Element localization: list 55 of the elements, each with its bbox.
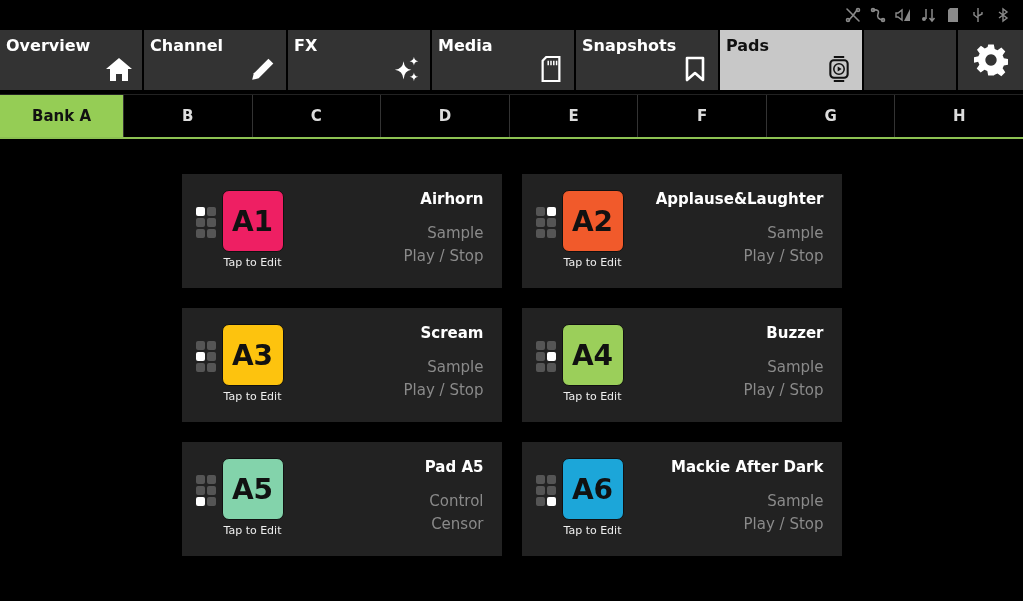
music-note-icon [920,7,936,23]
tap-to-edit-label: Tap to Edit [223,256,282,269]
tap-to-edit-label: Tap to Edit [563,524,622,537]
tap-to-edit-label: Tap to Edit [223,524,282,537]
pad-button[interactable]: A3 [221,324,284,386]
tab[interactable]: Snapshots [576,30,718,90]
pad-action: Play / Stop [743,515,824,533]
pad-type: Sample [767,492,824,510]
pencil-icon [250,56,276,82]
pad-position-icon [195,207,216,238]
bank-tab[interactable]: Bank A [0,95,123,137]
pad-name: Mackie After Dark [671,458,824,476]
pad-name: Airhorn [420,190,484,208]
pad-action: Play / Stop [743,247,824,265]
tab[interactable]: Pads [720,30,862,90]
pad-position-icon [535,341,556,372]
pad-button[interactable]: A5 [221,458,284,520]
pad-position-icon [535,207,556,238]
home-icon [106,56,132,82]
pad-type: Control [429,492,484,510]
pad-action: Censor [431,515,484,533]
tab[interactable]: Overview [0,30,142,90]
pad-type: Sample [427,358,484,376]
tap-to-edit-label: Tap to Edit [223,390,282,403]
sparkle-icon [394,56,420,82]
tab[interactable]: Media [432,30,574,90]
crossed-cable-icon [845,7,861,23]
usb-icon [970,7,986,23]
cable-icon [870,7,886,23]
pad-position-icon [535,475,556,506]
pad-button[interactable]: A1 [221,190,284,252]
pad-name: Buzzer [766,324,824,342]
tap-to-edit-label: Tap to Edit [563,256,622,269]
pad-action: Play / Stop [403,247,484,265]
pad-button[interactable]: A4 [561,324,624,386]
pad-action: Play / Stop [743,381,824,399]
pad-name: Applause&Laughter [655,190,824,208]
pad-position-icon [195,341,216,372]
pad-button[interactable]: A2 [561,190,624,252]
sd-card-icon [945,7,961,23]
tab[interactable]: Channel [144,30,286,90]
tap-to-edit-label: Tap to Edit [563,390,622,403]
pad-button[interactable]: A6 [561,458,624,520]
pad-play-icon [826,56,852,82]
tab[interactable]: FX [288,30,430,90]
settings-icon [973,43,1008,77]
pad-type: Sample [427,224,484,242]
pad-name: Pad A5 [424,458,484,476]
speaker-volume-icon [895,7,911,23]
pad-type: Sample [767,358,824,376]
pad-type: Sample [767,224,824,242]
pad-name: Scream [420,324,484,342]
pad-action: Play / Stop [403,381,484,399]
settings-button[interactable] [958,30,1023,90]
pad-position-icon [195,475,216,506]
